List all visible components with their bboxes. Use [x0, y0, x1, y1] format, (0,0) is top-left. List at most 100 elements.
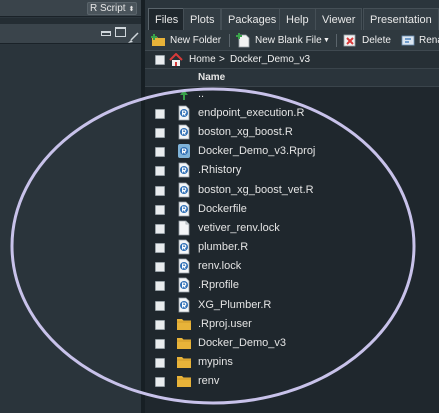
file-name-link[interactable]: renv.lock	[198, 260, 241, 272]
toolbar-divider	[229, 34, 230, 47]
file-row[interactable]: Docker_Demo_v3.Rproj	[145, 142, 439, 161]
file-name-link[interactable]: boston_xg_boost.R	[198, 126, 293, 138]
file-checkbox[interactable]	[155, 300, 165, 311]
file-checkbox[interactable]	[155, 204, 165, 215]
file-row[interactable]: Docker_Demo_v3	[145, 334, 439, 353]
delete-button[interactable]: Delete	[362, 33, 391, 49]
file-row[interactable]: renv	[145, 372, 439, 391]
source-editor-area[interactable]	[0, 45, 141, 413]
file-name-link[interactable]: plumber.R	[198, 241, 248, 253]
r-file-icon	[178, 277, 190, 293]
r-file-icon	[178, 258, 190, 274]
tab-packages[interactable]: Packages	[221, 8, 284, 30]
file-checkbox[interactable]	[155, 357, 165, 368]
updown-icon: ⬍	[128, 6, 135, 13]
file-name-link[interactable]: XG_Plumber.R	[198, 299, 271, 311]
parent-directory-row[interactable]: ..	[145, 88, 439, 102]
new-folder-icon	[151, 34, 165, 46]
file-row[interactable]: boston_xg_boost_vet.R	[145, 181, 439, 200]
minimize-icon[interactable]	[101, 31, 111, 36]
file-checkbox[interactable]	[155, 147, 165, 158]
broom-icon[interactable]	[127, 32, 139, 44]
file-row[interactable]: .Rprofile	[145, 276, 439, 295]
file-checkbox[interactable]	[155, 243, 165, 254]
file-row[interactable]: plumber.R	[145, 238, 439, 257]
breadcrumb-folder[interactable]: Docker_Demo_v3	[230, 52, 310, 68]
select-all-checkbox[interactable]	[155, 55, 165, 65]
file-name-link[interactable]: renv	[198, 375, 219, 387]
file-name-link[interactable]: mypins	[198, 356, 233, 368]
file-row[interactable]: Dockerfile	[145, 200, 439, 219]
file-name-link[interactable]: vetiver_renv.lock	[198, 222, 280, 234]
file-checkbox[interactable]	[155, 319, 165, 330]
script-type-dropdown[interactable]: R Script ⬍	[87, 2, 137, 15]
source-toolbar	[0, 24, 141, 44]
file-checkbox[interactable]	[155, 109, 165, 119]
breadcrumb: Home > Docker_Demo_v3	[145, 51, 439, 69]
file-row[interactable]: .Rproj.user	[145, 315, 439, 334]
file-name-link[interactable]: .Rprofile	[198, 279, 239, 291]
new-blank-file-button[interactable]: New Blank File	[255, 33, 322, 49]
r-file-icon	[178, 182, 190, 197]
file-row[interactable]: vetiver_renv.lock	[145, 219, 439, 238]
toolbar-divider	[336, 34, 337, 47]
maximize-icon[interactable]	[115, 27, 126, 37]
r-file-icon	[178, 124, 190, 140]
tab-viewer[interactable]: Viewer	[315, 8, 363, 30]
file-checkbox[interactable]	[155, 166, 165, 177]
tab-presentation[interactable]: Presentation	[363, 8, 439, 30]
breadcrumb-separator: >	[219, 54, 225, 65]
folder-icon	[177, 356, 191, 368]
file-row[interactable]: mypins	[145, 353, 439, 372]
file-name-link[interactable]: Dockerfile	[198, 203, 247, 215]
file-row[interactable]: XG_Plumber.R	[145, 296, 439, 315]
file-row[interactable]: boston_xg_boost.R	[145, 123, 439, 142]
file-checkbox[interactable]	[155, 185, 165, 196]
home-icon[interactable]	[169, 53, 183, 66]
file-list-header: Name	[145, 69, 439, 87]
name-column-header[interactable]: Name	[198, 72, 225, 83]
files-toolbar: New Folder New Blank File ▼ Delete Rena	[145, 30, 439, 51]
folder-icon	[177, 376, 191, 388]
source-pane: R Script ⬍	[0, 0, 141, 413]
tab-help[interactable]: Help	[279, 8, 316, 30]
text-file-icon	[178, 220, 190, 236]
up-arrow-icon	[180, 90, 188, 100]
file-checkbox[interactable]	[155, 377, 165, 388]
file-name-link[interactable]: .Rhistory	[198, 164, 241, 176]
file-name-link[interactable]: Docker_Demo_v3	[198, 337, 286, 349]
rename-button[interactable]: Rena	[419, 33, 439, 49]
file-row[interactable]: .Rhistory	[145, 161, 439, 180]
r-file-icon	[178, 163, 190, 178]
file-name-link[interactable]: .Rproj.user	[198, 318, 252, 330]
parent-directory-link[interactable]: ..	[198, 88, 204, 100]
file-checkbox[interactable]	[155, 128, 165, 139]
delete-icon	[343, 34, 356, 47]
file-checkbox[interactable]	[155, 338, 165, 349]
new-folder-button[interactable]: New Folder	[170, 33, 221, 49]
new-file-icon	[236, 33, 250, 48]
tab-files[interactable]: Files	[148, 8, 186, 30]
folder-icon	[177, 318, 191, 330]
folder-icon	[177, 337, 191, 349]
file-checkbox[interactable]	[155, 223, 165, 234]
rproj-icon	[178, 144, 190, 159]
file-name-link[interactable]: endpoint_execution.R	[198, 107, 304, 119]
breadcrumb-home[interactable]: Home	[189, 52, 216, 68]
chevron-down-icon[interactable]: ▼	[323, 33, 330, 49]
file-checkbox[interactable]	[155, 262, 165, 273]
file-row[interactable]: renv.lock	[145, 257, 439, 276]
tab-plots[interactable]: Plots	[183, 8, 222, 30]
rename-icon	[401, 35, 415, 46]
files-pane: Files Plots Packages Help Viewer Present…	[145, 0, 439, 413]
source-topbar: R Script ⬍	[0, 0, 141, 17]
file-name-link[interactable]: boston_xg_boost_vet.R	[198, 184, 314, 196]
r-file-icon	[178, 105, 190, 121]
file-checkbox[interactable]	[155, 281, 165, 292]
file-row[interactable]: endpoint_execution.R	[145, 104, 439, 123]
script-type-label: R Script	[90, 3, 126, 14]
r-file-icon	[178, 297, 190, 312]
pane-tabbar: Files Plots Packages Help Viewer Present…	[145, 0, 439, 30]
file-name-link[interactable]: Docker_Demo_v3.Rproj	[198, 145, 315, 157]
r-file-icon	[178, 201, 190, 217]
